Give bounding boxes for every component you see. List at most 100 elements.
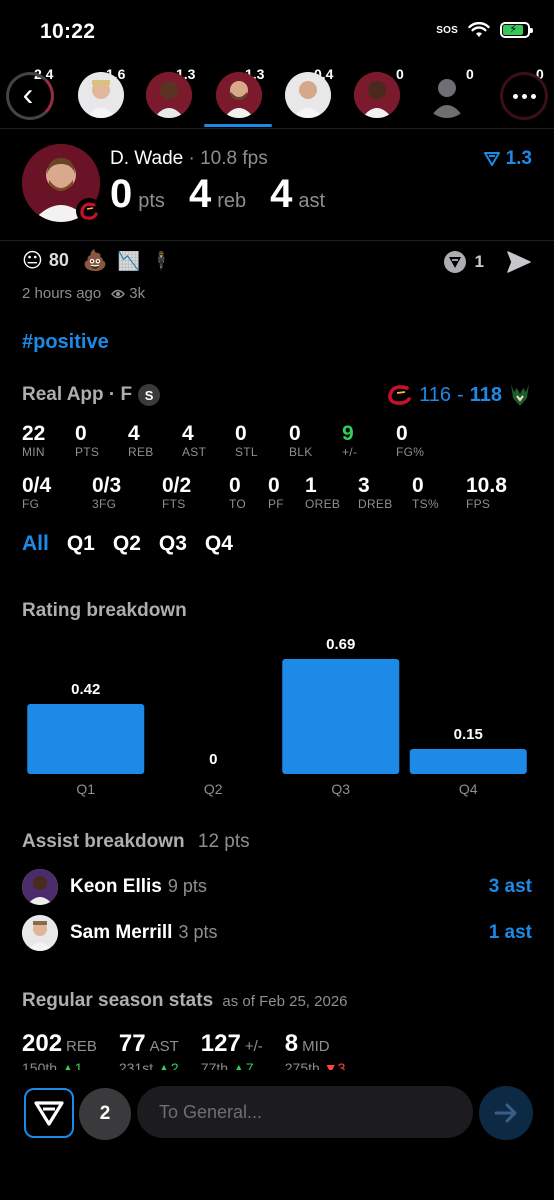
starter-badge: S [138,384,161,406]
box-stat-value: 0/2 [162,474,192,497]
box-stat-label: FPS [466,497,491,512]
tab-all[interactable]: All [22,532,49,556]
box-stat-label: PTS [75,445,100,460]
box-stat-label: OREB [305,497,341,512]
back-button[interactable]: ‹ [6,72,54,120]
dot-icon [521,93,527,99]
assist-count: 1 ast [488,922,532,943]
send-icon[interactable] [506,250,532,274]
carousel-value: 0 [396,66,404,82]
chart-category-label: Q3 [331,781,350,797]
poop-emoji-icon[interactable]: 💩 [83,251,108,271]
assist-row[interactable]: Sam Merrill 3 pts 1 ast [22,915,532,955]
box-stat-value: 4 [182,422,194,445]
app-logo-button[interactable] [24,1088,74,1138]
season-stat-unit: AST [149,1038,179,1055]
carousel-player-avatar[interactable] [354,72,400,118]
box-stat: 22 MIN [22,422,45,459]
player-carousel: 2.4 ‹ 1.6 1.3 1.3 0.4 0 0 0 [0,60,554,130]
box-stat: 1 OREB [305,474,340,511]
score-separator: - [457,383,464,406]
box-stat-value: 0 [396,422,408,445]
chart-bar[interactable] [27,704,145,774]
dot-icon [530,93,536,99]
box-stat: 0/3 3FG [92,474,121,511]
box-stat-value: 10.8 [466,474,507,497]
message-input[interactable] [137,1086,473,1138]
ladder-emoji-icon[interactable]: 📉 [118,252,140,270]
team-logo-icon [76,198,102,224]
stat-pts: 0 [110,172,133,216]
assist-total: 12 pts [197,831,250,852]
box-stat-value: 0 [229,474,241,497]
channel-count-button[interactable]: 2 [79,1088,131,1140]
box-stat-label: TO [229,497,247,512]
score-away: 118 [469,383,502,406]
season-stat-value: 127 [200,1030,241,1057]
assist-player-pts: 9 pts [167,876,207,896]
view-count: 3k [129,285,146,302]
box-stat-label: +/- [342,445,358,460]
app-logo-icon [34,1101,64,1126]
person-emoji-icon[interactable]: 🕴 [150,252,172,270]
box-stat-value: 9 [342,422,354,445]
battery-icon: ⚡ [500,22,533,38]
wifi-icon [468,22,490,37]
tab-q2[interactable]: Q2 [113,532,141,556]
carousel-player-avatar[interactable] [146,72,192,118]
season-stat-unit: +/- [244,1038,263,1055]
box-stat-label: PF [268,497,284,512]
chart-category-label: Q1 [76,781,95,797]
game-header: Real App · F S [22,384,161,406]
box-stat-label: FG% [396,445,425,460]
rating-chart-svg: 0.42 Q1 0 Q2 0.69 Q3 0.15 Q4 [27,636,527,797]
box-stat-value: 22 [22,422,46,445]
player-rating[interactable]: 1.3 [483,148,532,170]
tab-q4[interactable]: Q4 [205,532,233,556]
bucks-logo-icon [511,384,529,406]
box-stat: 0 BLK [289,422,313,459]
hashtag-link[interactable]: #positive [22,331,109,354]
player-name-line: D. Wade · 10.8 fps [110,148,268,170]
box-stat-value: 0/4 [22,474,52,497]
box-stat-label: FG [22,497,40,512]
box-stat-value: 0/3 [92,474,122,497]
box-stat: 0 TO [229,474,246,511]
smile-emoji-icon[interactable]: 😐 [22,251,43,271]
vote-button[interactable]: 1 [443,250,484,274]
vote-icon [443,251,466,273]
assist-breakdown-title: Assist breakdown [22,831,185,852]
views: 3k [111,285,145,302]
carousel-player-avatar[interactable] [78,72,124,118]
chart-bar[interactable] [282,659,400,774]
chart-bar[interactable] [409,749,527,774]
status-time: 10:22 [40,20,96,43]
box-stat-label: 3FG [92,497,117,512]
tab-q3[interactable]: Q3 [159,532,187,556]
stat-ast: 4 [270,172,293,216]
person-icon [430,79,464,118]
carousel-player-placeholder[interactable] [424,72,470,118]
score-home: 116 [419,383,452,406]
arrow-right-icon [494,1103,517,1123]
season-as-of: as of Feb 25, 2026 [222,993,348,1010]
chart-value-label: 0 [209,751,217,768]
stat-reb-label: reb [217,190,247,212]
game-score[interactable]: 116-118 [387,382,532,408]
reactions-bar: 😐 80 💩 📉 🕴 [22,250,173,271]
season-title: Regular season stats [22,990,214,1011]
assist-row[interactable]: Keon Ellis 9 pts 3 ast [22,869,532,909]
more-button[interactable] [500,72,548,120]
box-stat-value: 3 [358,474,370,497]
box-stat: 3 DREB [358,474,393,511]
player-name[interactable]: D. Wade [110,148,183,169]
rating-breakdown-chart: 0.42 Q1 0 Q2 0.69 Q3 0.15 Q4 [22,630,532,800]
carousel-player-avatar-active[interactable] [216,72,262,118]
carousel-player-avatar[interactable] [285,72,331,118]
divider [0,240,554,241]
tab-q1[interactable]: Q1 [67,532,95,556]
chart-category-label: Q4 [459,781,478,797]
send-button[interactable] [479,1086,533,1140]
assist-player-name: Sam Merrill [70,922,173,943]
stat-ast-label: ast [298,190,326,212]
